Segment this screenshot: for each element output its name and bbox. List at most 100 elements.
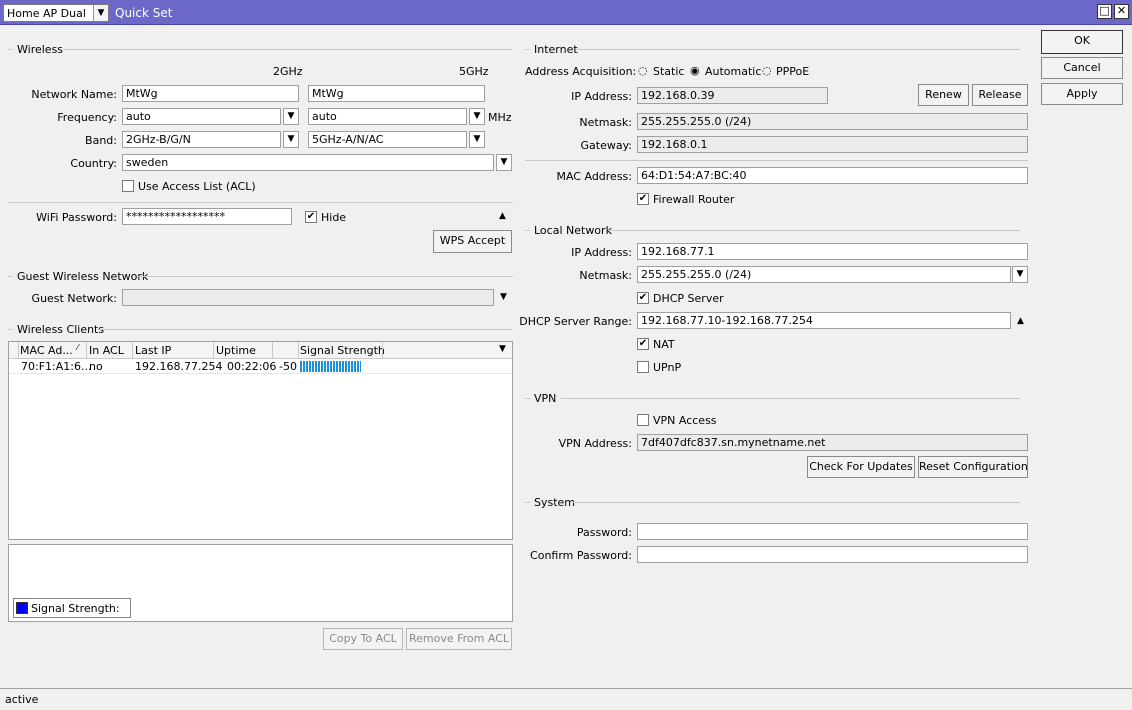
- check-updates-button[interactable]: Check For Updates: [807, 456, 915, 478]
- release-button[interactable]: Release: [972, 84, 1028, 106]
- nat-label: NAT: [653, 338, 675, 351]
- address-acquisition-label: Address Acquisition:: [525, 65, 637, 78]
- divider: [573, 502, 1020, 503]
- chevron-down-icon[interactable]: ▼: [500, 292, 507, 302]
- network-name-label: Network Name:: [31, 88, 117, 101]
- wifi-password-input[interactable]: ******************: [122, 208, 292, 225]
- mac-address-input[interactable]: 64:D1:54:A7:BC:40: [637, 167, 1028, 184]
- column-menu-icon[interactable]: ▼: [499, 344, 506, 354]
- frequency-2ghz-select[interactable]: auto: [122, 108, 281, 125]
- divider: [576, 49, 1020, 50]
- maximize-icon[interactable]: □: [1097, 4, 1112, 19]
- renew-button[interactable]: Renew: [918, 84, 969, 106]
- section-wireless: Wireless: [17, 43, 64, 56]
- table-row[interactable]: 70:F1:A1:6... no 192.168.77.254 00:22:06…: [9, 359, 512, 374]
- radio-static-label: Static: [653, 65, 685, 78]
- column-header[interactable]: Last IP: [135, 344, 171, 357]
- country-label: Country:: [70, 157, 117, 170]
- remove-from-acl-button[interactable]: Remove From ACL: [406, 628, 512, 650]
- mac-address-label: MAC Address:: [556, 170, 632, 183]
- copy-to-acl-button[interactable]: Copy To ACL: [323, 628, 403, 650]
- dhcp-range-input[interactable]: 192.168.77.10-192.168.77.254: [637, 312, 1011, 329]
- status-text: active: [5, 693, 39, 706]
- mhz-unit: MHz: [488, 111, 512, 124]
- divider: [97, 329, 513, 330]
- divider: [8, 276, 13, 277]
- collapse-up-icon[interactable]: ▲: [1017, 316, 1024, 326]
- internet-netmask-field: 255.255.255.0 (/24): [637, 113, 1028, 130]
- column-header[interactable]: Uptime: [216, 344, 256, 357]
- local-ip-label: IP Address:: [571, 246, 632, 259]
- reset-configuration-button[interactable]: Reset Configuration: [918, 456, 1028, 478]
- cell-mac: 70:F1:A1:6...: [21, 360, 92, 373]
- section-system: System: [534, 496, 576, 509]
- signal-strength-meter: [300, 361, 380, 372]
- column-2ghz: 2GHz: [273, 65, 303, 78]
- nat-checkbox[interactable]: ✔: [637, 338, 649, 350]
- radio-pppoe[interactable]: ◌: [762, 64, 772, 77]
- local-ip-input[interactable]: 192.168.77.1: [637, 243, 1028, 260]
- dhcp-range-label: DHCP Server Range:: [519, 315, 632, 328]
- frequency-label: Frequency:: [57, 111, 117, 124]
- chevron-down-icon[interactable]: ▼: [283, 108, 299, 125]
- cancel-button[interactable]: Cancel: [1041, 57, 1123, 79]
- chevron-down-icon[interactable]: ▼: [1012, 266, 1028, 283]
- chevron-down-icon[interactable]: ▼: [469, 108, 485, 125]
- cell-signal: -50: [279, 360, 297, 373]
- confirm-password-input[interactable]: [637, 546, 1028, 563]
- cell-uptime: 00:22:06: [227, 360, 277, 373]
- chevron-down-icon[interactable]: ▼: [496, 154, 512, 171]
- wps-accept-button[interactable]: WPS Accept: [433, 230, 512, 253]
- chevron-down-icon[interactable]: ▼: [93, 5, 108, 21]
- cell-in-acl: no: [89, 360, 103, 373]
- dhcp-server-checkbox[interactable]: ✔: [637, 292, 649, 304]
- chevron-down-icon[interactable]: ▼: [469, 131, 485, 148]
- clients-table: MAC Ad... ⁄ In ACL Last IP Uptime Signal…: [8, 341, 513, 540]
- hide-label: Hide: [321, 211, 347, 224]
- divider: [8, 49, 13, 50]
- frequency-5ghz-select[interactable]: auto: [308, 108, 467, 125]
- country-select[interactable]: sweden: [122, 154, 494, 171]
- table-header: MAC Ad... ⁄ In ACL Last IP Uptime Signal…: [9, 342, 512, 359]
- ok-button[interactable]: OK: [1041, 30, 1123, 54]
- acl-checkbox[interactable]: [122, 180, 134, 192]
- divider: [137, 276, 513, 277]
- radio-static[interactable]: ◌: [638, 64, 648, 77]
- firewall-checkbox[interactable]: ✔: [637, 193, 649, 205]
- radio-automatic[interactable]: ◉: [690, 64, 700, 77]
- gateway-label: Gateway:: [580, 139, 633, 152]
- local-netmask-label: Netmask:: [579, 269, 632, 282]
- internet-ip-label: IP Address:: [571, 90, 632, 103]
- divider: [64, 49, 513, 50]
- column-5ghz: 5GHz: [459, 65, 489, 78]
- guest-network-select[interactable]: [122, 289, 494, 306]
- title-bar: Home AP Dual ▼ Quick Set □ ✕: [0, 0, 1132, 25]
- mode-select[interactable]: Home AP Dual ▼: [3, 4, 109, 22]
- legend-swatch: [16, 602, 28, 614]
- vpn-access-checkbox[interactable]: [637, 414, 649, 426]
- mode-select-value: Home AP Dual: [7, 7, 86, 20]
- vpn-address-label: VPN Address:: [558, 437, 632, 450]
- section-internet: Internet: [534, 43, 578, 56]
- local-netmask-select[interactable]: 255.255.255.0 (/24): [637, 266, 1011, 283]
- network-name-2ghz-input[interactable]: MtWg: [122, 85, 299, 102]
- system-password-input[interactable]: [637, 523, 1028, 540]
- network-name-5ghz-input[interactable]: MtWg: [308, 85, 485, 102]
- hide-checkbox[interactable]: ✔: [305, 211, 317, 223]
- collapse-up-icon[interactable]: ▲: [499, 211, 506, 221]
- divider: [608, 230, 1020, 231]
- band-2ghz-select[interactable]: 2GHz-B/G/N: [122, 131, 281, 148]
- column-header[interactable]: Signal Strength: [300, 344, 385, 357]
- apply-button[interactable]: Apply: [1041, 83, 1123, 105]
- vpn-address-field: 7df407dfc837.sn.mynetname.net: [637, 434, 1028, 451]
- sort-icon: ⁄: [77, 343, 79, 352]
- upnp-checkbox[interactable]: [637, 361, 649, 373]
- chevron-down-icon[interactable]: ▼: [283, 131, 299, 148]
- section-clients: Wireless Clients: [17, 323, 105, 336]
- band-5ghz-select[interactable]: 5GHz-A/N/AC: [308, 131, 467, 148]
- close-icon[interactable]: ✕: [1114, 4, 1129, 19]
- column-header[interactable]: In ACL: [89, 344, 124, 357]
- band-label: Band:: [85, 134, 117, 147]
- divider: [525, 398, 530, 399]
- section-local: Local Network: [534, 224, 612, 237]
